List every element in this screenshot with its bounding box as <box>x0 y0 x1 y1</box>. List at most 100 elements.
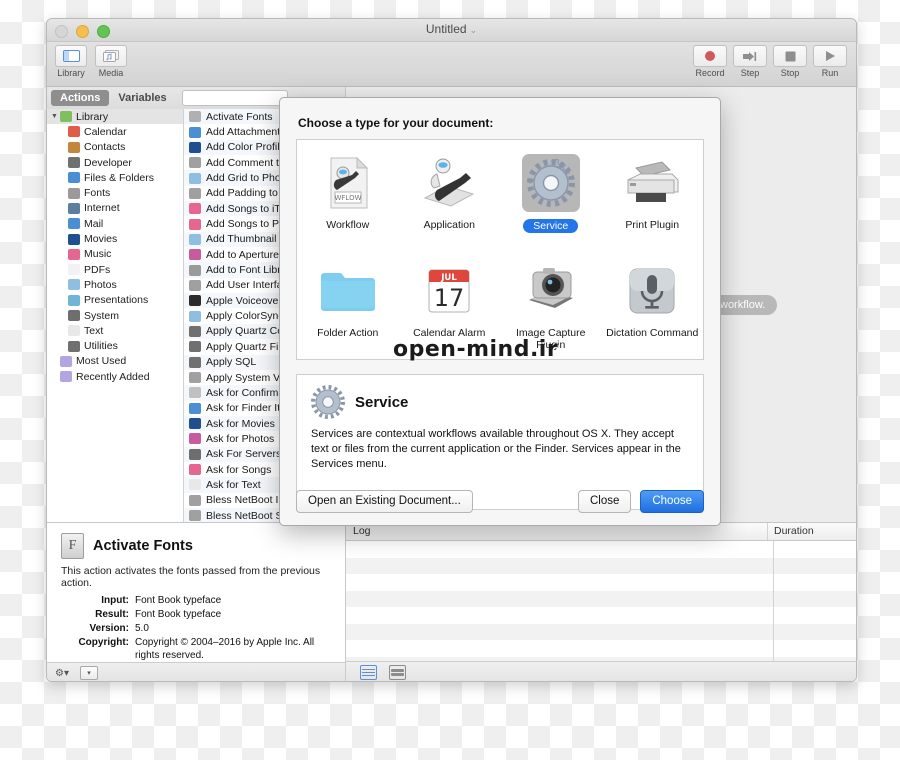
sidebar-item-pdfs[interactable]: PDFs <box>47 262 183 277</box>
action-item-icon <box>189 249 201 261</box>
action-item-label: Activate Fonts <box>206 110 273 123</box>
gear-icon[interactable]: ⚙▾ <box>55 668 69 679</box>
search-input[interactable] <box>181 90 288 106</box>
type-option-dictation-command[interactable]: Dictation Command <box>602 252 704 360</box>
duration-cell <box>774 541 856 558</box>
action-info-value: Font Book typeface <box>135 609 222 620</box>
action-item-icon <box>189 402 201 414</box>
action-item-icon <box>189 141 201 153</box>
disclosure-triangle-icon[interactable]: ▼ <box>51 113 60 120</box>
action-info-row: Result: Font Book typeface <box>61 609 345 622</box>
action-info-key: Copyright: <box>78 637 129 648</box>
sidebar-item-developer[interactable]: Developer <box>47 155 183 170</box>
action-item-icon <box>189 187 201 199</box>
log-table-row[interactable] <box>346 623 856 641</box>
sidebar-item-photos[interactable]: Photos <box>47 277 183 292</box>
sidebar-item-library[interactable]: ▼ Library <box>47 109 183 125</box>
chevron-down-icon[interactable]: ▾ <box>79 666 98 680</box>
action-item-label: Apply SQL <box>206 356 257 369</box>
library-button-label: Library <box>57 68 85 78</box>
step-button-label: Step <box>740 68 760 78</box>
action-info-description: This action activates the fonts passed f… <box>61 565 321 589</box>
action-item-icon <box>189 433 201 445</box>
log-cell <box>346 574 774 591</box>
sidebar-item-music[interactable]: Music <box>47 247 183 262</box>
record-button[interactable]: Record <box>692 45 728 78</box>
tab-variables[interactable]: Variables <box>109 90 175 106</box>
camera-icon <box>522 262 580 320</box>
type-label-folder-action: Folder Action <box>317 326 379 339</box>
document-type-grid: WFLOW Workflow Application Service Print… <box>296 139 704 360</box>
open-existing-document-button[interactable]: Open an Existing Document... <box>296 489 473 513</box>
sidebar-item-internet[interactable]: Internet <box>47 201 183 216</box>
log-table-row[interactable] <box>346 590 856 607</box>
action-item-icon <box>189 264 201 276</box>
sidebar-item-fonts[interactable]: Fonts <box>47 185 183 200</box>
step-button[interactable]: Step <box>732 45 768 78</box>
action-item-icon <box>189 279 201 291</box>
action-info-row: Input: Font Book typeface <box>61 595 345 608</box>
type-label-workflow: Workflow <box>326 219 370 231</box>
sidebar-item-icon <box>60 111 72 123</box>
log-table-rows <box>346 541 856 673</box>
sidebar-item-text[interactable]: Text <box>47 323 183 338</box>
action-item-icon <box>189 341 201 353</box>
sidebar-item-contacts[interactable]: Contacts <box>47 140 183 155</box>
dialog-title: Choose a type for your document: <box>298 116 494 130</box>
close-button[interactable]: Close <box>577 489 632 513</box>
list-view-icon[interactable] <box>360 665 377 680</box>
action-item-label: Ask for Movies <box>206 417 275 430</box>
duration-column-header[interactable]: Duration <box>768 523 856 540</box>
log-cell <box>346 541 774 558</box>
sidebar-item-presentations[interactable]: Presentations <box>47 293 183 308</box>
log-cell <box>346 557 774 574</box>
action-info-key: Input: <box>101 595 129 606</box>
tab-actions[interactable]: Actions <box>51 90 110 106</box>
sidebar-item-icon <box>68 141 80 153</box>
sidebar-item-label: Fonts <box>84 187 111 200</box>
type-option-print-plugin[interactable]: Print Plugin <box>602 144 704 252</box>
action-item-icon <box>189 464 201 476</box>
sidebar-item-files-folders[interactable]: Files & Folders <box>47 170 183 185</box>
sidebar-item-calendar[interactable]: Calendar <box>47 124 183 139</box>
sidebar-item-system[interactable]: System <box>47 308 183 323</box>
action-item-icon <box>189 157 201 169</box>
watermark: open-mind.ir <box>393 337 559 362</box>
action-item-icon <box>189 203 201 215</box>
log-table-row[interactable] <box>346 607 856 624</box>
font-file-icon: F <box>61 533 84 559</box>
toolbar-right-group: Record Step Stop Run <box>692 45 848 78</box>
run-button[interactable]: Run <box>812 45 848 78</box>
sidebar-item-utilities[interactable]: Utilities <box>47 338 183 353</box>
type-option-folder-action[interactable]: Folder Action <box>297 252 399 360</box>
log-table-row[interactable] <box>346 640 856 657</box>
sidebar-item-recently-added[interactable]: Recently Added <box>47 369 183 384</box>
chevron-down-icon[interactable]: ⌄ <box>470 25 478 35</box>
page-title: Untitled ⌄ <box>47 22 856 36</box>
action-item-icon <box>189 172 201 184</box>
type-option-service[interactable]: Service <box>500 144 602 252</box>
sidebar-item-movies[interactable]: Movies <box>47 231 183 246</box>
action-info-header: F Activate Fonts <box>47 523 345 563</box>
sidebar-item-icon <box>68 126 80 138</box>
sidebar-item-icon <box>68 279 80 291</box>
action-item-icon <box>189 295 201 307</box>
duration-cell <box>774 624 856 641</box>
type-option-application[interactable]: Application <box>399 144 501 252</box>
log-table-row[interactable] <box>346 541 856 558</box>
sidebar-item-label: Utilities <box>84 340 118 353</box>
sidebar-item-label: Calendar <box>84 125 127 138</box>
choose-button[interactable]: Choose <box>640 489 704 513</box>
type-option-workflow[interactable]: WFLOW Workflow <box>297 144 399 252</box>
sidebar-item-mail[interactable]: Mail <box>47 216 183 231</box>
stack-view-icon[interactable] <box>389 665 406 680</box>
media-button[interactable]: Media <box>93 45 129 78</box>
stop-button[interactable]: Stop <box>772 45 808 78</box>
sidebar-item-most-used[interactable]: Most Used <box>47 354 183 369</box>
dialog-footer: Open an Existing Document... Close Choos… <box>280 477 720 525</box>
log-table-row[interactable] <box>346 574 856 591</box>
library-button[interactable]: Library <box>53 45 89 78</box>
log-table-row[interactable] <box>346 557 856 574</box>
type-label-application: Application <box>423 219 475 231</box>
log-cell <box>346 607 774 624</box>
